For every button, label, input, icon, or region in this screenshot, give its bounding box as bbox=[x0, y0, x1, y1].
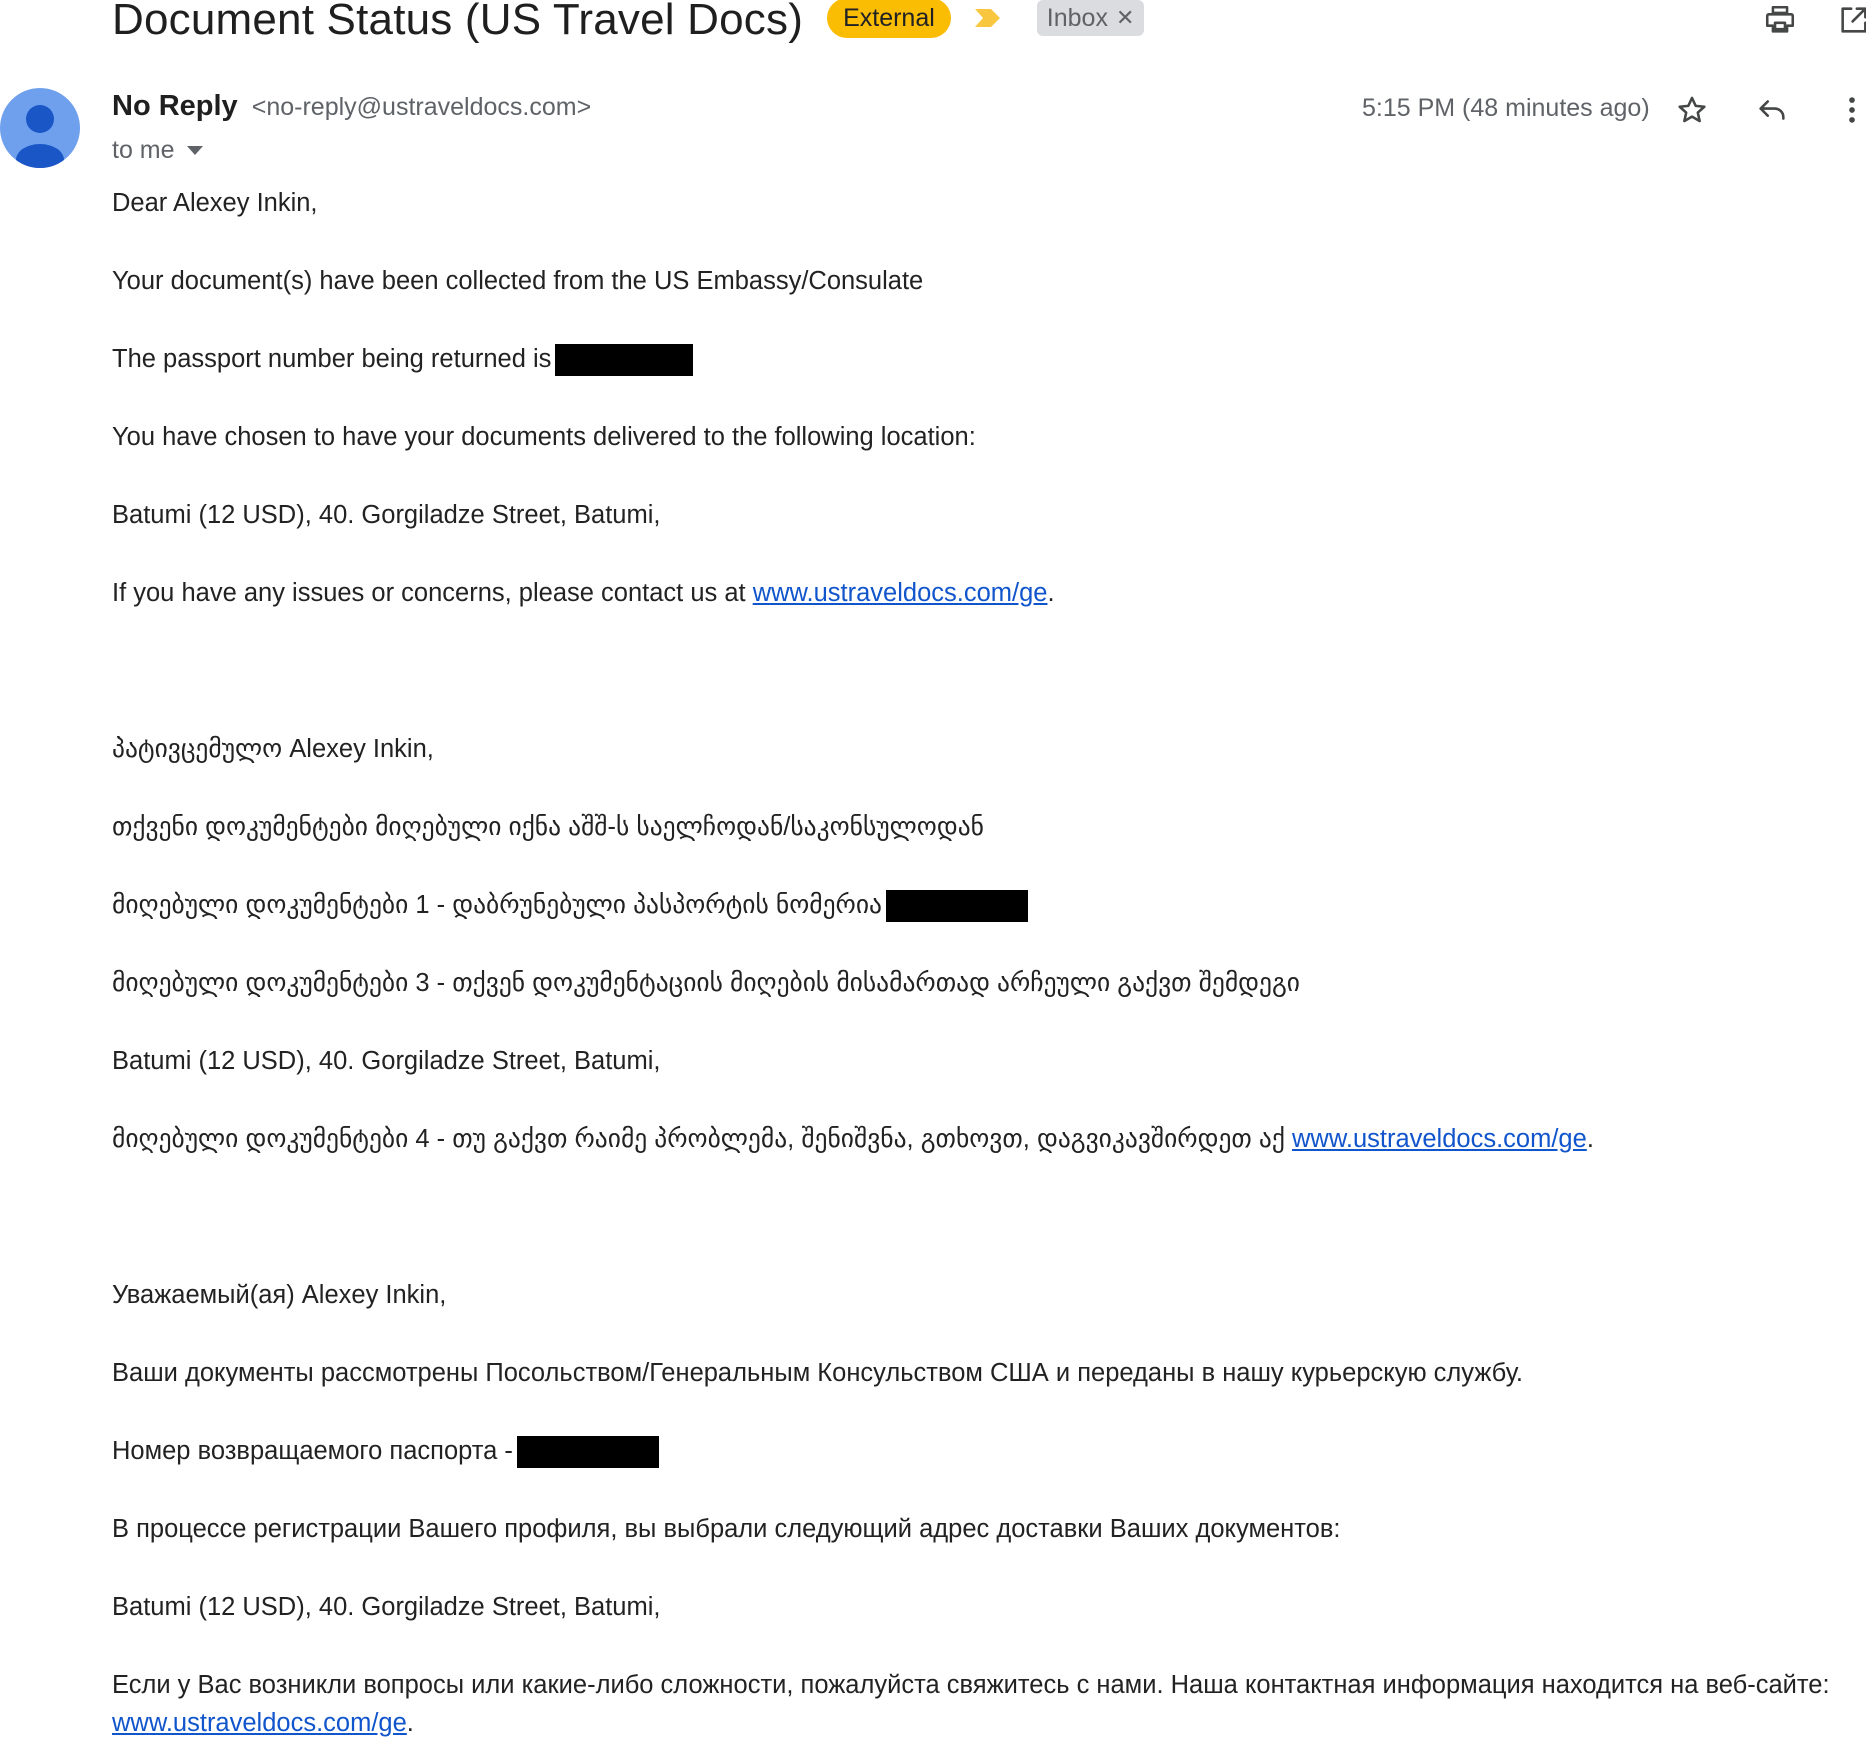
importance-marker-icon[interactable] bbox=[973, 7, 1003, 29]
contact-line-ka: მიღებული დოკუმენტები 4 - თუ გაქვთ რაიმე … bbox=[112, 1124, 1594, 1154]
passport-text-ka: მიღებული დოკუმენტები 1 - დაბრუნებული პას… bbox=[112, 891, 882, 919]
passport-line-ka: მიღებული დოკუმენტები 1 - დაბრუნებული პას… bbox=[112, 890, 1028, 923]
greeting-en: Dear Alexey Inkin, bbox=[112, 189, 318, 217]
sender-email: <no-reply@ustraveldocs.com> bbox=[251, 93, 592, 121]
passport-text-ru: Номер возвращаемого паспорта - bbox=[112, 1437, 513, 1465]
collected-en: Your document(s) have been collected fro… bbox=[112, 267, 924, 295]
delivery-intro-ka: მიღებული დოკუმენტები 3 - თქვენ დოკუმენტა… bbox=[112, 969, 1300, 997]
delivery-intro-en: You have chosen to have your documents d… bbox=[112, 423, 976, 451]
contact-suffix-ka: . bbox=[1586, 1125, 1594, 1153]
contact-text-ka: მიღებული დოკუმენტები 4 - თუ გაქვთ რაიმე … bbox=[112, 1125, 1293, 1153]
passport-line-en: The passport number being returned is bbox=[112, 344, 694, 377]
redacted-passport-number bbox=[555, 344, 694, 377]
contact-text-en: If you have any issues or concerns, plea… bbox=[112, 579, 753, 607]
external-label: External bbox=[827, 0, 951, 38]
contact-line-en: If you have any issues or concerns, plea… bbox=[112, 578, 1055, 608]
default-avatar-icon[interactable] bbox=[0, 88, 80, 168]
open-in-new-window-icon[interactable] bbox=[1834, 0, 1866, 40]
collected-ru: Ваши документы рассмотрены Посольством/Г… bbox=[112, 1359, 1523, 1387]
redacted-passport-number bbox=[516, 1436, 659, 1469]
greeting-ru: Уважаемый(ая) Alexey Inkin, bbox=[112, 1281, 447, 1309]
greeting-ka: პატივცემულო Alexey Inkin, bbox=[112, 735, 434, 763]
redacted-passport-number bbox=[885, 890, 1028, 923]
email-subject: Document Status (US Travel Docs) bbox=[112, 0, 804, 44]
reply-icon[interactable] bbox=[1752, 90, 1792, 130]
contact-link-line-ru: www.ustraveldocs.com/ge. bbox=[112, 1708, 414, 1738]
more-vertical-icon[interactable] bbox=[1832, 90, 1866, 130]
recipient-text: to me bbox=[112, 136, 175, 164]
inbox-label-text: Inbox bbox=[1046, 4, 1108, 32]
address-ru: Batumi (12 USD), 40. Gorgiladze Street, … bbox=[112, 1593, 661, 1621]
inbox-label: Inbox ✕ bbox=[1036, 0, 1145, 36]
website-link-en[interactable]: www.ustraveldocs.com/ge bbox=[753, 579, 1048, 607]
print-icon[interactable] bbox=[1760, 0, 1800, 40]
address-ka: Batumi (12 USD), 40. Gorgiladze Street, … bbox=[112, 1047, 661, 1075]
sender-line: No Reply <no-reply@ustraveldocs.com> bbox=[112, 90, 591, 123]
close-icon[interactable]: ✕ bbox=[1116, 0, 1134, 36]
address-en: Batumi (12 USD), 40. Gorgiladze Street, … bbox=[112, 501, 661, 529]
contact-suffix-ru: . bbox=[406, 1709, 414, 1737]
chevron-down-icon[interactable] bbox=[186, 146, 203, 155]
email-timestamp: 5:15 PM (48 minutes ago) bbox=[1362, 94, 1650, 122]
website-link-ka[interactable]: www.ustraveldocs.com/ge bbox=[1292, 1125, 1587, 1153]
website-link-ru[interactable]: www.ustraveldocs.com/ge bbox=[112, 1709, 407, 1737]
contact-suffix-en: . bbox=[1047, 579, 1055, 607]
passport-line-ru: Номер возвращаемого паспорта - bbox=[112, 1436, 659, 1469]
collected-ka: თქვენი დოკუმენტები მიღებული იქნა აშშ-ს ს… bbox=[112, 813, 984, 841]
recipient-line: to me bbox=[112, 136, 203, 165]
star-icon[interactable] bbox=[1672, 90, 1712, 130]
delivery-intro-ru: В процессе регистрации Вашего профиля, в… bbox=[112, 1515, 1341, 1543]
passport-text-en: The passport number being returned is bbox=[112, 345, 552, 373]
email-header: Document Status (US Travel Docs) Externa… bbox=[112, 0, 1145, 44]
contact-text-ru: Если у Вас возникли вопросы или какие-ли… bbox=[112, 1671, 1830, 1699]
sender-name[interactable]: No Reply bbox=[112, 90, 238, 122]
